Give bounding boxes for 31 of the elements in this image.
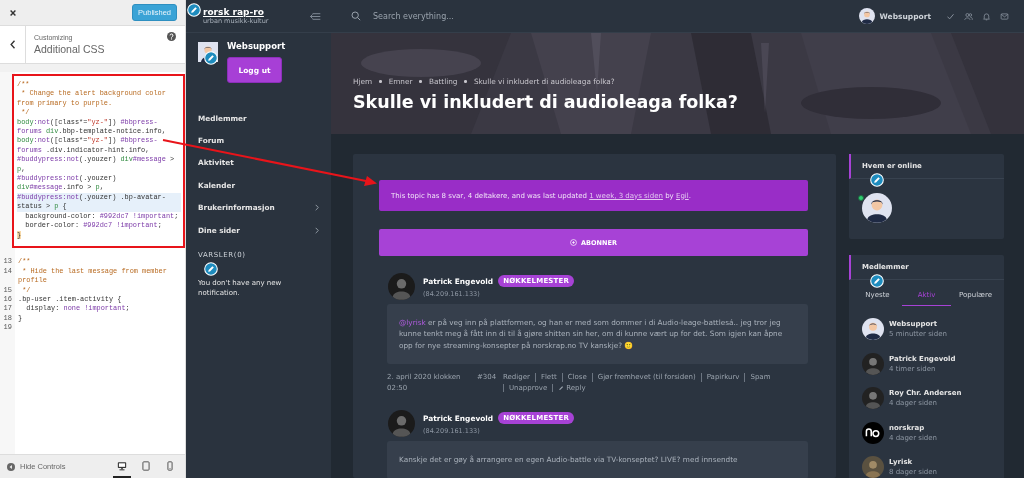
check-icon[interactable] [946,11,955,21]
search-field[interactable]: Search everything... [371,10,575,22]
pencil-icon[interactable] [204,51,218,65]
desktop-icon [117,460,127,471]
people-icon[interactable] [964,11,973,21]
help-icon[interactable] [167,32,176,41]
phone-icon [165,460,175,471]
logo-icon[interactable] [862,421,884,444]
pencil-icon[interactable] [870,274,884,288]
chevron-icon [315,226,319,234]
tablet-icon [141,460,151,471]
site-logo[interactable]: rorsk rap-ro [203,7,269,17]
collapse-menu-icon[interactable] [307,11,321,21]
avatar-icon[interactable] [862,318,884,340]
pencil-icon[interactable] [204,262,218,277]
pencil-icon[interactable] [187,3,201,17]
pencil-icon[interactable] [870,173,884,187]
chevron-icon [315,204,319,212]
topic-title: Skulle vi inkludert di audioleaga folka? [353,92,739,112]
avatar-icon[interactable] [858,8,875,24]
pencil-icon [558,384,565,391]
avatar-icon[interactable] [862,193,892,223]
collapse-icon [7,462,15,471]
user-name[interactable]: Websupport [227,41,286,51]
bell-icon[interactable] [982,11,991,21]
section-title: Additional CSS [34,43,106,55]
mail-icon[interactable] [1000,11,1009,21]
search-icon[interactable] [351,11,361,21]
close-icon[interactable] [9,8,17,17]
add-icon [570,239,578,246]
back-icon[interactable] [9,40,16,49]
